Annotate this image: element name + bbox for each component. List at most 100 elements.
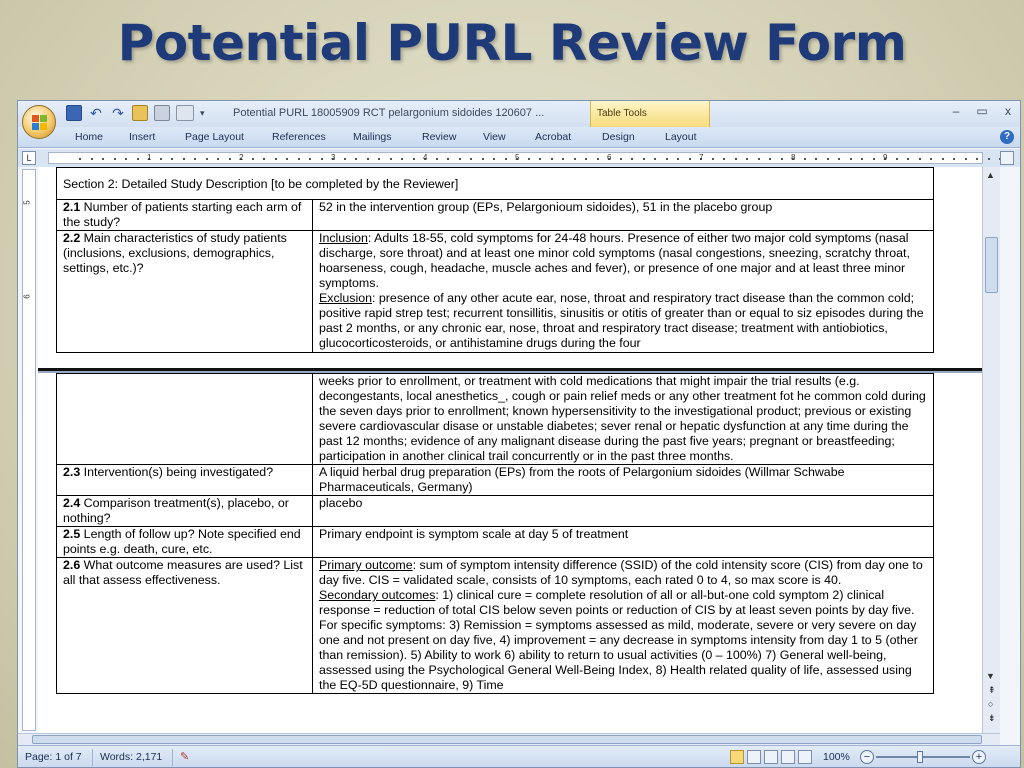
ruler-tick: [274, 158, 277, 160]
minimize-button[interactable]: –: [950, 104, 962, 118]
table-tools-context-tab: Table Tools: [590, 101, 710, 127]
page-count[interactable]: Page: 1 of 7: [25, 751, 82, 763]
tab-mailings[interactable]: Mailings: [353, 131, 392, 143]
vertical-ruler[interactable]: 5 6: [22, 169, 36, 731]
row-number: 2.4: [63, 496, 81, 510]
row-2-4-label[interactable]: 2.4 Comparison treatment(s), placebo, or…: [56, 495, 313, 527]
ruler-tick: [746, 158, 748, 160]
row-2-5-label[interactable]: 2.5 Length of follow up? Note specified …: [56, 526, 313, 558]
browse-object-icon[interactable]: ○: [988, 699, 993, 709]
horizontal-ruler[interactable]: 1 2 3 4 5 6 7 8 9: [48, 152, 1013, 164]
row-2-4-value[interactable]: placebo: [312, 495, 934, 527]
tab-layout[interactable]: Layout: [665, 131, 697, 143]
tab-review[interactable]: Review: [422, 131, 456, 143]
proofing-errors-icon[interactable]: ✎: [180, 750, 196, 764]
outline-view-button[interactable]: [781, 750, 795, 764]
ruler-tick: [987, 158, 990, 160]
document-area[interactable]: Section 2: Detailed Study Description [t…: [38, 167, 982, 733]
ruler-tick: [826, 158, 829, 160]
vruler-number: 5: [22, 200, 32, 205]
previous-page-icon[interactable]: ⇞: [988, 685, 996, 696]
horizontal-scrollbar-thumb[interactable]: [32, 735, 982, 744]
row-2-1-label[interactable]: 2.1 Number of patients starting each arm…: [56, 199, 313, 231]
help-icon[interactable]: ?: [1000, 130, 1014, 144]
tab-selector[interactable]: L: [22, 151, 36, 165]
full-screen-view-button[interactable]: [747, 750, 761, 764]
office-logo-icon: [32, 115, 47, 130]
section-header-cell[interactable]: Section 2: Detailed Study Description [t…: [56, 167, 934, 200]
status-bar: Page: 1 of 7 Words: 2,171 ✎ 100% − +: [18, 745, 1020, 767]
row-value: 52 in the intervention group (EPs, Pelar…: [319, 200, 773, 214]
document-title: Potential PURL 18005909 RCT pelargonium …: [233, 107, 545, 119]
tab-acrobat[interactable]: Acrobat: [535, 131, 571, 143]
row-value: placebo: [319, 496, 363, 510]
word-count[interactable]: Words: 2,171: [100, 751, 162, 763]
row-2-6-value[interactable]: Primary outcome: sum of symptom intensit…: [312, 557, 934, 694]
ruler-tick: [297, 158, 300, 160]
row-2-6-label[interactable]: 2.6 What outcome measures are used? List…: [56, 557, 313, 694]
scroll-down-icon[interactable]: ▼: [986, 671, 995, 681]
ruler-tick: [125, 158, 127, 160]
ruler-tick: [171, 158, 173, 160]
row-2-1-value[interactable]: 52 in the intervention group (EPs, Pelar…: [312, 199, 934, 231]
print-layout-view-button[interactable]: [730, 750, 744, 764]
row-number: 2.3: [63, 465, 81, 479]
row-2-2-value[interactable]: Inclusion: Adults 18-55, cold symptoms f…: [312, 230, 934, 353]
row-2-2-continued-label[interactable]: [56, 373, 313, 465]
table-row: 2.2 Main characteristics of study patien…: [56, 230, 934, 353]
customize-toolbar-icon[interactable]: ▾: [200, 108, 205, 119]
zoom-level[interactable]: 100%: [823, 751, 850, 763]
web-layout-view-button[interactable]: [764, 750, 778, 764]
tab-view[interactable]: View: [483, 131, 506, 143]
zoom-in-button[interactable]: +: [972, 750, 986, 764]
row-number: 2.1: [63, 200, 81, 214]
horizontal-scrollbar[interactable]: [18, 733, 1000, 745]
secondary-outcomes-text: : 1) clinical cure = complete resolution…: [319, 588, 918, 692]
row-2-5-value[interactable]: Primary endpoint is symptom scale at day…: [312, 526, 934, 558]
tab-home[interactable]: Home: [75, 131, 103, 143]
ruler-tick: [389, 158, 392, 160]
zoom-slider[interactable]: [876, 756, 970, 758]
undo-icon[interactable]: ↶: [88, 105, 104, 121]
table-row: 2.1 Number of patients starting each arm…: [56, 199, 934, 231]
ruler-tick: [861, 158, 863, 160]
row-2-3-label[interactable]: 2.3 Intervention(s) being investigated?: [56, 464, 313, 496]
row-value: Primary endpoint is symptom scale at day…: [319, 527, 629, 541]
view-ruler-button[interactable]: [1000, 151, 1014, 165]
ruler-tick: [90, 158, 93, 160]
tab-references[interactable]: References: [272, 131, 326, 143]
save-icon[interactable]: [66, 105, 82, 121]
secondary-outcomes-label: Secondary outcomes: [319, 588, 436, 602]
ruler-tick: [194, 158, 196, 160]
print-icon[interactable]: [154, 105, 170, 121]
scrollbar-thumb[interactable]: [985, 237, 998, 293]
tab-page-layout[interactable]: Page Layout: [185, 131, 244, 143]
row-label: Length of follow up? Note specified end …: [63, 527, 301, 556]
row-2-2-label[interactable]: 2.2 Main characteristics of study patien…: [56, 230, 313, 353]
table-row: 2.5 Length of follow up? Note specified …: [56, 526, 934, 558]
scroll-up-icon[interactable]: ▲: [986, 170, 995, 180]
zoom-out-button[interactable]: −: [860, 750, 874, 764]
ruler-tick: [366, 158, 369, 160]
tab-design[interactable]: Design: [602, 131, 635, 143]
page-break-line: [38, 368, 982, 371]
row-2-3-value[interactable]: A liquid herbal drug preparation (EPs) f…: [312, 464, 934, 496]
office-button[interactable]: [22, 105, 56, 139]
ruler-number: 7: [699, 153, 704, 162]
vertical-scrollbar[interactable]: ▲ ▼ ⇞ ○ ⇟: [982, 167, 1000, 733]
word-window: ↶ ↷ ▾ Potential PURL 18005909 RCT pelarg…: [17, 100, 1021, 768]
exclusion-text: : presence of any other acute ear, nose,…: [319, 291, 924, 350]
redo-icon[interactable]: ↷: [110, 105, 126, 121]
print-preview-icon[interactable]: [176, 105, 194, 121]
next-page-icon[interactable]: ⇟: [988, 713, 996, 724]
restore-button[interactable]: ▭: [976, 104, 988, 118]
row-number: 2.6: [63, 558, 81, 572]
tab-insert[interactable]: Insert: [129, 131, 155, 143]
close-button[interactable]: x: [1002, 104, 1014, 118]
row-label: Intervention(s) being investigated?: [80, 465, 274, 479]
row-2-2-continued-value[interactable]: weeks prior to enrollment, or treatment …: [312, 373, 934, 465]
open-folder-icon[interactable]: [132, 105, 148, 121]
draft-view-button[interactable]: [798, 750, 812, 764]
ruler-tick: [815, 158, 817, 160]
zoom-slider-thumb[interactable]: [917, 751, 923, 763]
